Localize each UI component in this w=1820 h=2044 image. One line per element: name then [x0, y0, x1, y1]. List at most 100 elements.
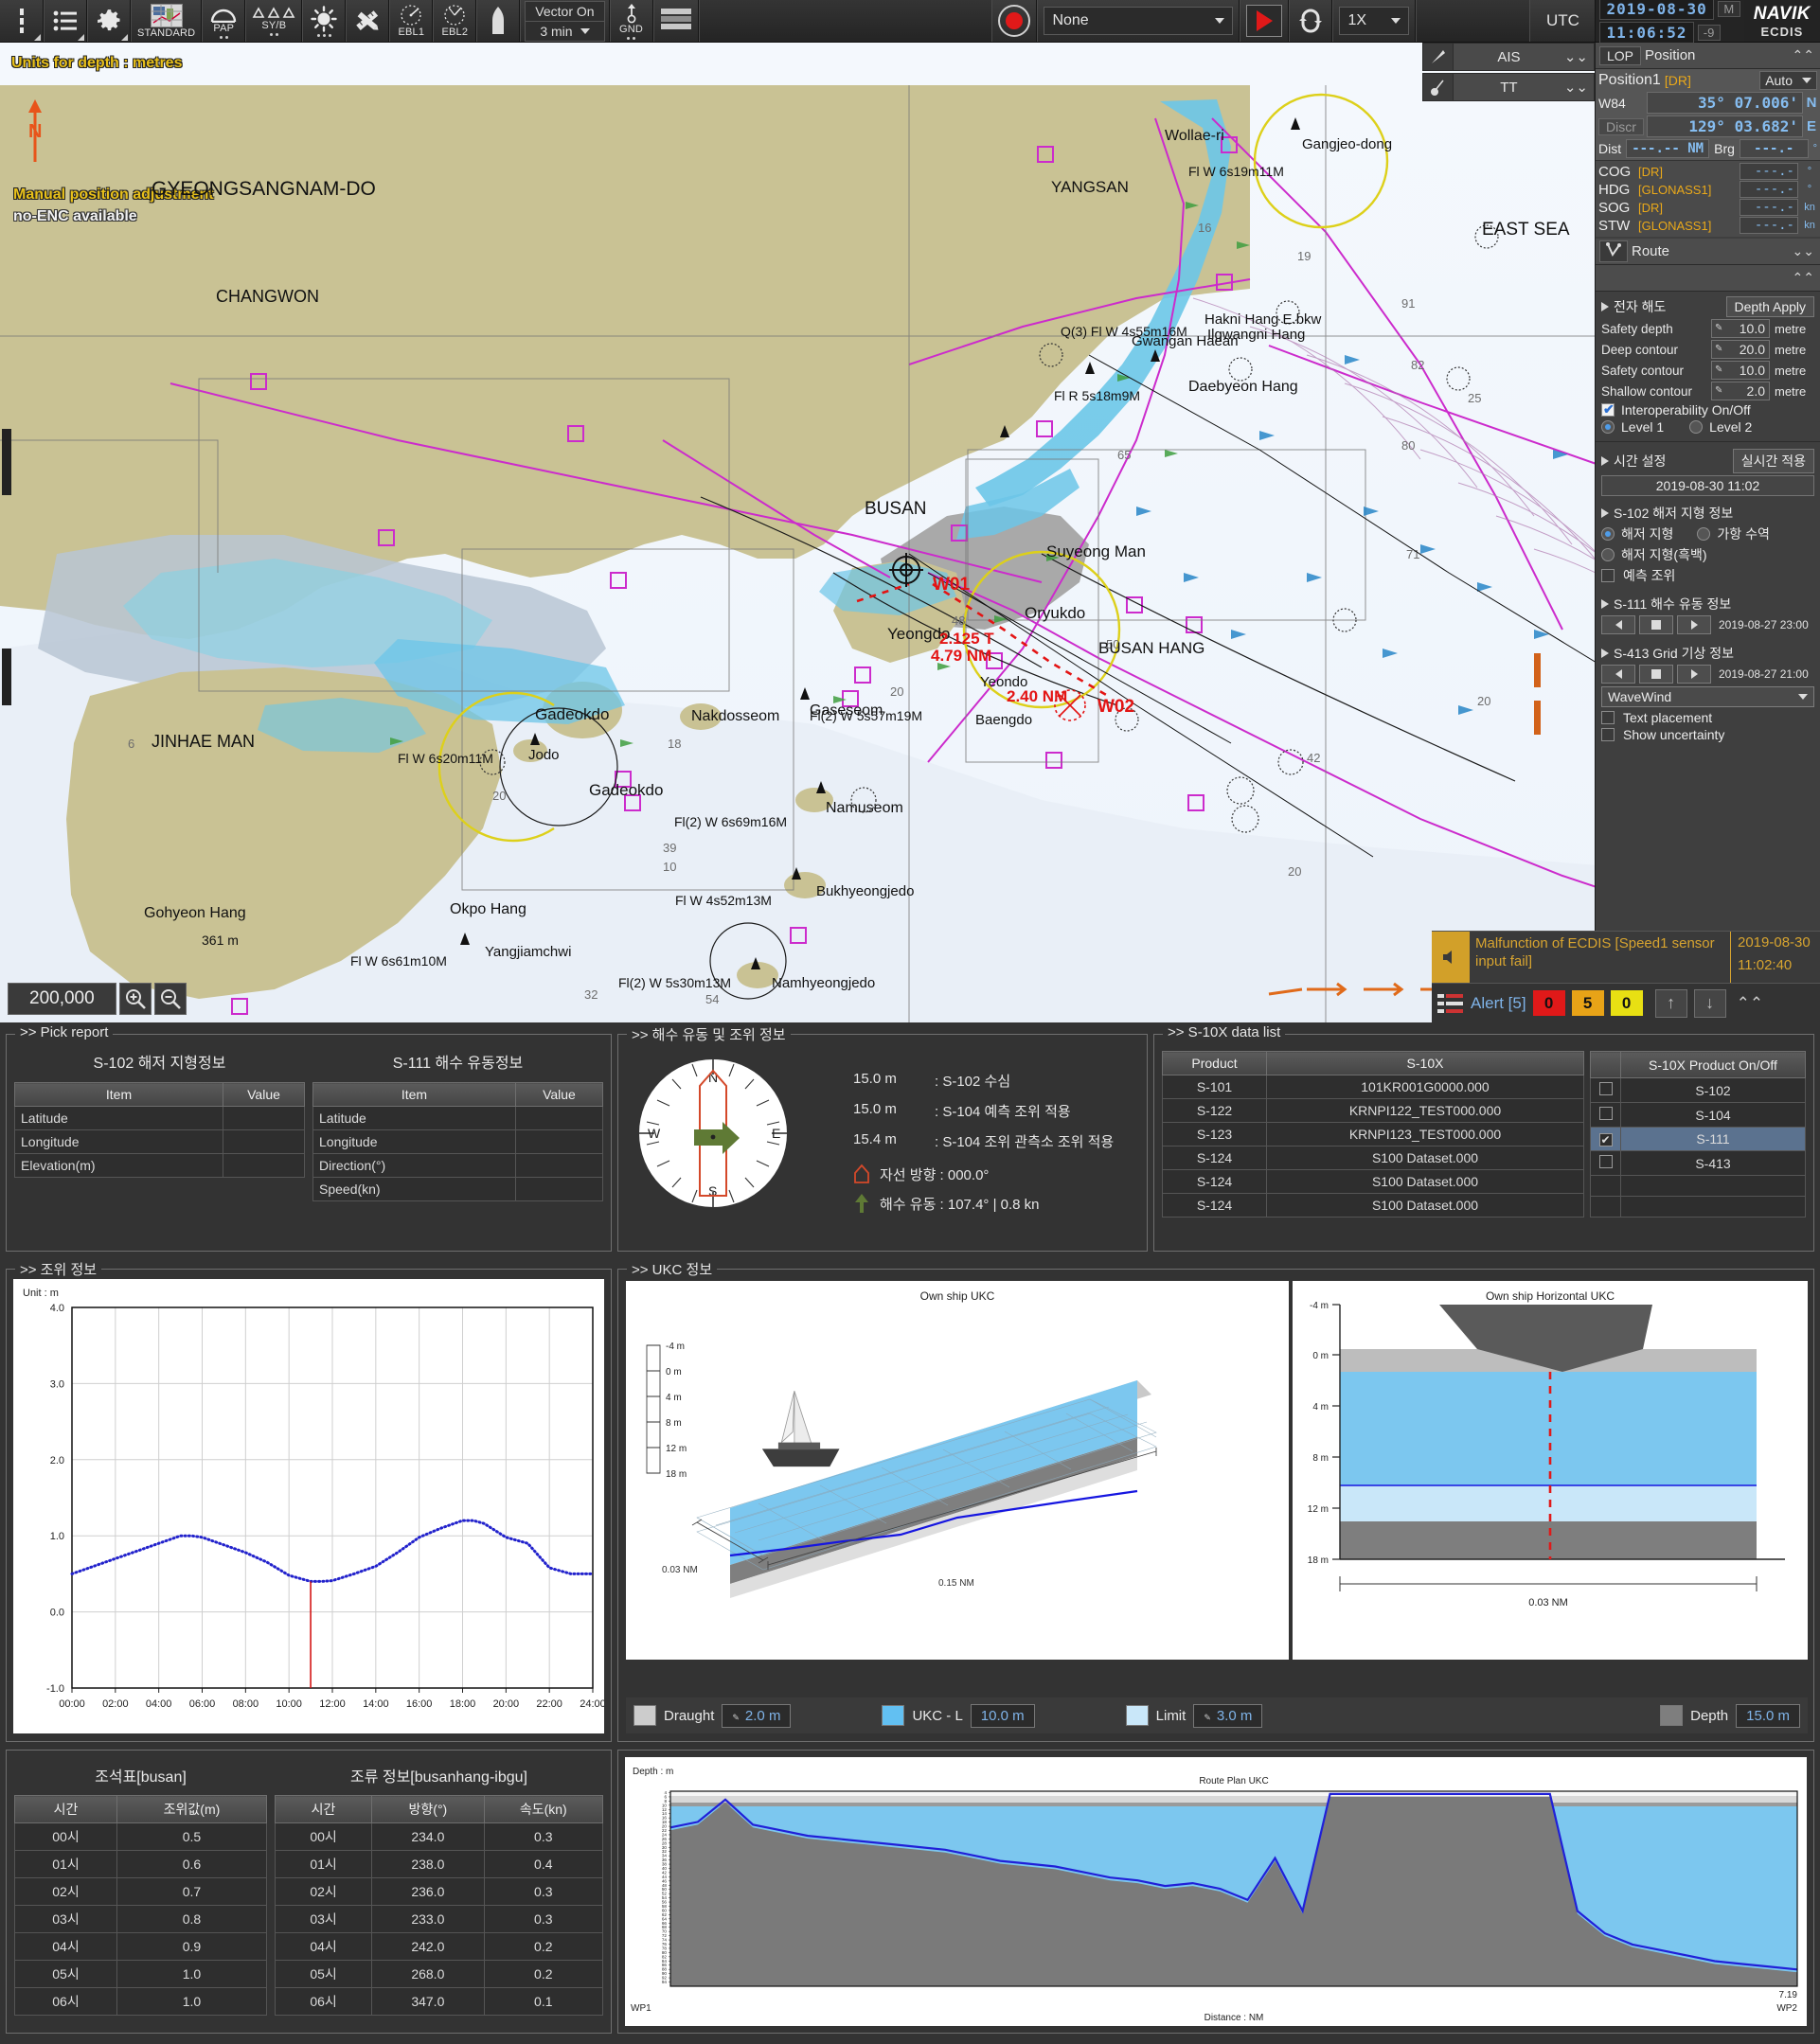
collapse-up-icon[interactable]: ⌃⌃ [1793, 270, 1820, 286]
s111-stop-button[interactable] [1639, 615, 1673, 634]
record-button[interactable] [991, 0, 1038, 42]
pap-button[interactable]: PAP [202, 0, 246, 42]
s10x-data-table[interactable]: Product S-10X S-101 101KR001G0000.000 S-122 K… [1162, 1051, 1584, 1218]
ebl2-button[interactable]: EBL2 [433, 0, 477, 42]
tt-toggle-row[interactable]: TT ⌄⌄ [1422, 73, 1595, 101]
menu-dots-button[interactable] [0, 0, 44, 42]
s413-prev-button[interactable] [1601, 665, 1635, 684]
depth-setting-field[interactable]: ✎ 10.0 [1711, 361, 1770, 380]
settings-button[interactable] [87, 0, 131, 42]
alert-collapse-icon[interactable]: ⌃⌃ [1737, 994, 1764, 1013]
scale-control[interactable]: 200,000 [8, 983, 187, 1015]
product-checkbox[interactable]: ✔ [1590, 1127, 1621, 1151]
chart-map-area[interactable]: 16 19 82 65 91 71 48 50 20 42 18 20 39 10 32 54 … [0, 43, 1820, 1022]
latitude-value[interactable]: 35° 07.006' [1647, 92, 1803, 114]
s102-option2-radio[interactable] [1697, 527, 1711, 541]
ais-toggle-row[interactable]: AIS ⌄⌄ [1422, 43, 1595, 71]
clock-mode-button[interactable]: M [1717, 1, 1740, 17]
table-row[interactable]: S-102 [1590, 1077, 1806, 1103]
table-row[interactable]: Latitude [312, 1106, 604, 1130]
vector-time-select[interactable]: 3 min [525, 21, 605, 42]
zoom-in-button[interactable] [118, 983, 152, 1015]
alert-mute-button[interactable] [1432, 932, 1470, 983]
s413-next-button[interactable] [1677, 665, 1711, 684]
zoom-out-button[interactable] [153, 983, 187, 1015]
position-panel-header[interactable]: LOP Position ⌃⌃ [1596, 43, 1820, 69]
depth-setting-field[interactable]: ✎ 10.0 [1711, 319, 1770, 338]
gnd-button[interactable]: GND [609, 0, 653, 42]
interoperability-checkbox[interactable] [1601, 401, 1615, 418]
s413-stop-button[interactable] [1639, 665, 1673, 684]
position-mode-select[interactable]: Auto [1759, 71, 1817, 90]
depth-apply-button[interactable]: Depth Apply [1725, 296, 1814, 317]
expand-triangle-icon[interactable] [1601, 599, 1609, 609]
table-row[interactable]: Longitude [312, 1129, 604, 1154]
product-checkbox[interactable] [1590, 1102, 1621, 1128]
table-row[interactable]: S-124 S100 Dataset.000 [1162, 1169, 1584, 1194]
legend-value-field[interactable]: ✎ 3.0 m [1193, 1703, 1263, 1728]
expand-triangle-icon[interactable] [1601, 508, 1609, 518]
s111-next-button[interactable] [1677, 615, 1711, 634]
chevron-down-icon[interactable]: ⌄⌄ [1564, 79, 1594, 96]
time-value-field[interactable]: 2019-08-30 11:02 [1601, 475, 1814, 496]
loop-button[interactable] [1289, 0, 1333, 42]
table-row[interactable]: S-124 S100 Dataset.000 [1162, 1193, 1584, 1218]
table-row[interactable]: Direction(°) [312, 1153, 604, 1178]
s10x-toggle-table[interactable]: S-10X Product On/Off S-102 S-104 ✔ S-111 S-41… [1590, 1051, 1806, 1218]
table-row[interactable]: S-123 KRNPI123_TEST000.000 [1162, 1122, 1584, 1146]
expand-triangle-icon[interactable] [1601, 649, 1609, 658]
longitude-value[interactable]: 129° 03.682' [1647, 116, 1803, 137]
enc-panel-header[interactable]: ⌃⌃ [1596, 265, 1820, 292]
s102-option1-radio[interactable] [1601, 527, 1615, 541]
table-row[interactable]: ✔ S-111 [1590, 1127, 1806, 1151]
collapse-up-icon[interactable]: ⌃⌃ [1793, 47, 1820, 63]
s111-prev-button[interactable] [1601, 615, 1635, 634]
product-checkbox[interactable] [1590, 1077, 1621, 1103]
s413-layer-select[interactable]: WaveWind [1601, 686, 1814, 707]
show-uncertainty-checkbox[interactable] [1601, 728, 1615, 741]
alert-message[interactable]: Malfunction of ECDIS [Speed1 sensor inpu… [1432, 931, 1820, 983]
brightness-button[interactable] [302, 0, 347, 42]
expand-triangle-icon[interactable] [1601, 456, 1609, 466]
level1-radio[interactable] [1601, 420, 1615, 434]
legend-value-field[interactable]: ✎ 2.0 m [722, 1703, 792, 1728]
chevron-down-icon[interactable]: ⌄⌄ [1564, 48, 1594, 65]
table-row[interactable]: S-104 [1590, 1102, 1806, 1128]
predicted-tide-checkbox[interactable] [1601, 569, 1615, 582]
alert-scroll-up-button[interactable]: ↑ [1654, 988, 1687, 1018]
alert-bar[interactable]: Alert [5] 0 5 0 ↑ ↓ ⌃⌃ [1432, 983, 1820, 1022]
table-row[interactable]: Latitude [13, 1106, 305, 1130]
ebl1-button[interactable]: EBL1 [389, 0, 434, 42]
playback-source-select[interactable]: None [1037, 0, 1240, 42]
expand-triangle-icon[interactable] [1601, 302, 1609, 311]
lop-button[interactable]: LOP [1599, 45, 1642, 65]
expand-down-icon[interactable]: ⌄⌄ [1793, 243, 1820, 259]
playback-speed-select[interactable]: 1X [1332, 0, 1417, 42]
table-row[interactable]: Speed(kn) [312, 1177, 604, 1201]
alert-scroll-down-button[interactable]: ↓ [1693, 988, 1726, 1018]
level2-radio[interactable] [1689, 420, 1704, 434]
standard-button[interactable]: STANDARD [131, 0, 203, 42]
own-ship-shape-button[interactable] [476, 0, 521, 42]
table-row[interactable]: Longitude [13, 1129, 305, 1154]
depth-setting-field[interactable]: ✎ 20.0 [1711, 340, 1770, 359]
syb-button[interactable]: SY/B [245, 0, 303, 42]
text-placement-checkbox[interactable] [1601, 711, 1615, 724]
layer-stack-button[interactable] [652, 0, 699, 42]
utc-button[interactable]: UTC [1529, 0, 1597, 42]
measure-tools-button[interactable] [346, 0, 390, 42]
route-panel-header[interactable]: Route ⌄⌄ [1596, 239, 1820, 265]
clock-offset-button[interactable]: -9 [1697, 25, 1721, 41]
play-button[interactable] [1240, 0, 1290, 42]
realtime-apply-button[interactable]: 실시간 적용 [1732, 449, 1814, 473]
product-checkbox[interactable] [1590, 1150, 1621, 1176]
table-row[interactable]: S-413 [1590, 1150, 1806, 1176]
table-row[interactable]: S-101 101KR001G0000.000 [1162, 1075, 1584, 1099]
discr-button[interactable]: Discr [1598, 117, 1644, 135]
table-row[interactable]: S-124 S100 Dataset.000 [1162, 1146, 1584, 1170]
scale-value[interactable]: 200,000 [8, 983, 116, 1015]
s102-option3-radio[interactable] [1601, 548, 1615, 561]
alert-list-icon[interactable] [1437, 992, 1464, 1015]
depth-setting-field[interactable]: ✎ 2.0 [1711, 382, 1770, 400]
table-row[interactable]: S-122 KRNPI122_TEST000.000 [1162, 1098, 1584, 1123]
